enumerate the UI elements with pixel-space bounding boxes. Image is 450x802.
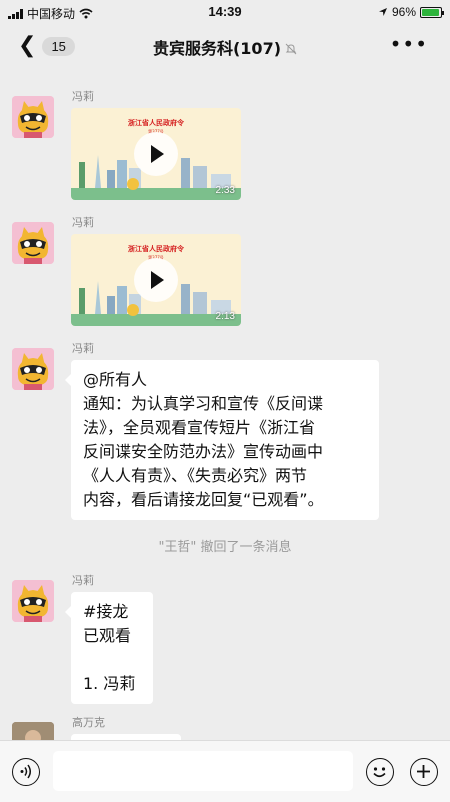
message-line (83, 648, 141, 672)
video-duration: 2:33 (215, 185, 235, 196)
message-line: 法》，全员观看宣传短片《浙江省 (83, 418, 316, 437)
message-line: #接龙 (83, 602, 129, 621)
sender-name: 高万克 (72, 716, 105, 729)
status-bar: 中国移动 14:39 96% (0, 0, 450, 24)
avatar[interactable] (12, 348, 54, 390)
message-input[interactable] (53, 751, 353, 791)
avatar[interactable] (12, 222, 54, 264)
sender-name: 冯莉 (72, 342, 94, 355)
chat-input-bar (0, 740, 450, 802)
sender-name: 冯莉 (72, 90, 94, 103)
play-icon[interactable] (134, 132, 178, 176)
video-message[interactable]: 浙江省人民政府令 第377号 2:33 (71, 108, 241, 200)
message-line: 1. 冯莉 (83, 674, 136, 693)
video-duration: 2:13 (215, 311, 235, 322)
plus-icon[interactable] (410, 758, 438, 786)
message-line: 《人人有责》、《失责必究》两节 (83, 466, 308, 485)
video-title: 浙江省人民政府令 (128, 245, 184, 253)
chat-header: ❮ 15 贵宾服务科(107) ••• (0, 24, 450, 68)
text-message-bubble[interactable]: @所有人 通知：为认真学习和宣传《反间谍 法》，全员观看宣传短片《浙江省 反间谍… (65, 360, 379, 520)
sender-name: 冯莉 (72, 216, 94, 229)
location-arrow-icon (378, 8, 387, 16)
battery-icon (420, 6, 444, 18)
avatar[interactable] (12, 96, 54, 138)
message-line: 内容，看后请接龙回复“已观看”。 (83, 490, 324, 509)
voice-icon[interactable] (12, 758, 40, 786)
video-message[interactable]: 浙江省人民政府令 第377号 2:13 (71, 234, 241, 326)
text-message-bubble[interactable]: #接龙 已观看 1. 冯莉 (65, 592, 153, 704)
emoji-icon[interactable] (366, 758, 394, 786)
message-line: 反间谍安全防范办法》宣传动画中 (83, 442, 324, 461)
sender-name: 冯莉 (72, 574, 94, 587)
play-icon[interactable] (134, 258, 178, 302)
recall-notice: "王哲" 撤回了一条消息 (158, 540, 292, 555)
message-line: 通知：为认真学习和宣传《反间谍 (83, 394, 324, 413)
message-line: @所有人 (83, 370, 148, 389)
battery-percent: 96% (391, 5, 416, 19)
avatar[interactable] (12, 580, 54, 622)
video-title: 浙江省人民政府令 (128, 119, 184, 127)
more-icon[interactable]: ••• (390, 34, 428, 54)
mute-icon (285, 43, 297, 55)
chat-title: 贵宾服务科(107) (152, 39, 282, 58)
message-line: 已观看 (83, 626, 132, 645)
